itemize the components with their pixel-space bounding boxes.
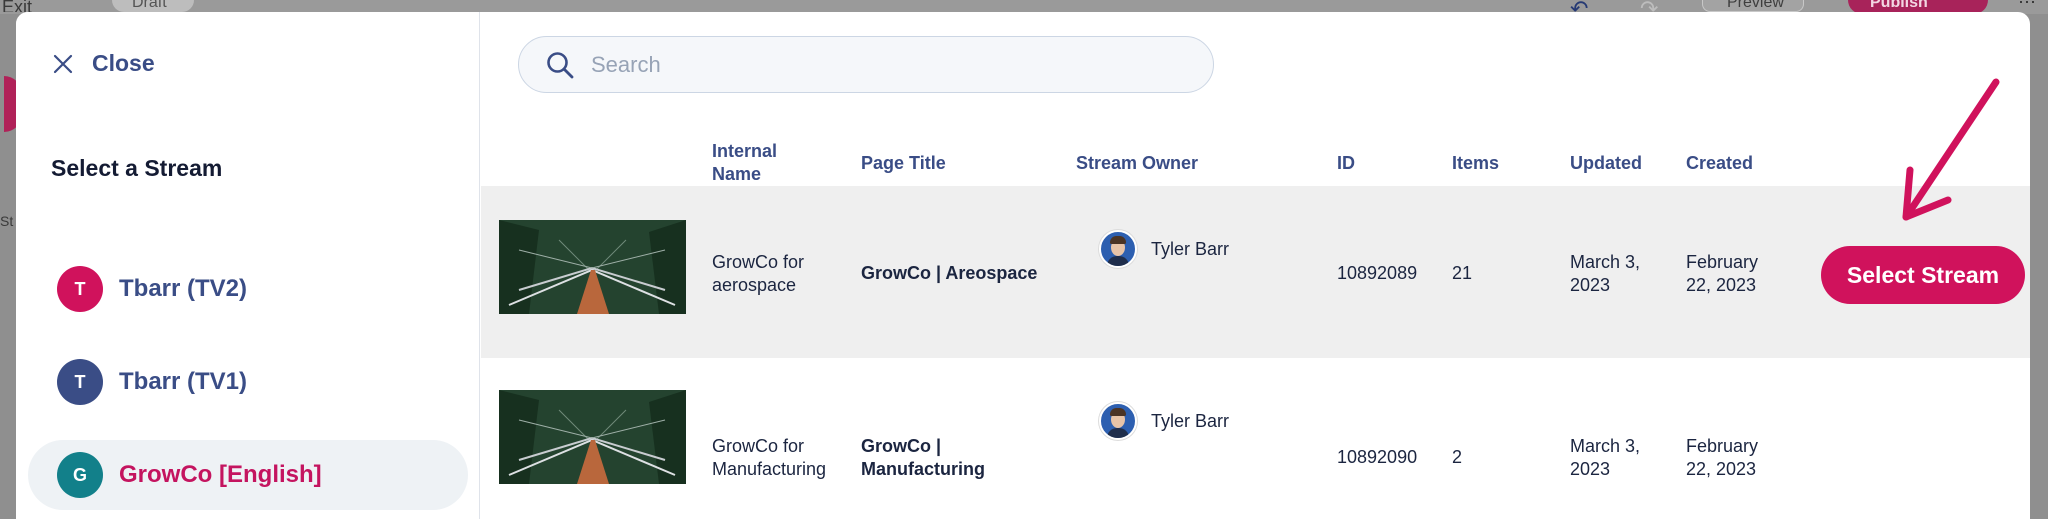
- stream-avatar: G: [57, 452, 103, 498]
- stream-id: 10892090: [1337, 447, 1418, 467]
- table-row[interactable]: GrowCo for Manufacturing GrowCo | Manufa…: [481, 358, 2030, 519]
- stream-owner: Tyler Barr: [1099, 402, 1229, 440]
- created-line2: 22, 2023: [1686, 275, 1757, 295]
- updated-date: March 3, 2023: [1570, 251, 1640, 297]
- background-side-text: St: [0, 213, 14, 229]
- item-count: 2: [1452, 447, 1463, 467]
- page-title-line1: GrowCo |: [861, 436, 942, 456]
- search-icon: [547, 51, 574, 78]
- background-exit-label: Exit: [2, 0, 33, 12]
- page-title-line2: Manufacturing: [861, 459, 985, 479]
- owner-name: Tyler Barr: [1151, 410, 1230, 431]
- header-page-title[interactable]: Page Title: [861, 152, 946, 175]
- select-stream-modal: Close Select a Stream T Tbarr (TV2) T Tb…: [16, 12, 2030, 519]
- stream-label: Tbarr (TV2): [119, 275, 248, 302]
- item-count: 21: [1452, 263, 1473, 283]
- background-draft-badge: Draft: [112, 0, 194, 12]
- table-row[interactable]: GrowCo for aerospace GrowCo | Areospace …: [481, 186, 2030, 358]
- owner-name: Tyler Barr: [1151, 238, 1230, 259]
- page-title: GrowCo | Areospace: [861, 262, 1037, 285]
- close-button[interactable]: Close: [52, 50, 155, 77]
- search-input[interactable]: [591, 51, 1191, 78]
- created-date: February 22, 2023: [1686, 251, 1758, 297]
- stream-thumbnail: [499, 220, 686, 314]
- background-preview-button: Preview: [1702, 0, 1804, 12]
- modal-sidebar: Close Select a Stream T Tbarr (TV2) T Tb…: [16, 12, 480, 519]
- stream-thumbnail: [499, 390, 686, 484]
- created-line1: February: [1686, 252, 1759, 272]
- updated-line2: 2023: [1570, 459, 1611, 479]
- updated-line1: March 3,: [1570, 252, 1641, 272]
- close-label: Close: [92, 50, 155, 76]
- sidebar-item-tbarr-tv1[interactable]: T Tbarr (TV1): [28, 347, 468, 417]
- stream-id: 10892089: [1337, 263, 1418, 283]
- modal-main: Internal Name Page Title Stream Owner ID…: [481, 12, 2030, 519]
- avatar: [1099, 402, 1137, 440]
- header-id[interactable]: ID: [1337, 152, 1355, 175]
- header-internal-name-line1: Internal: [712, 141, 778, 161]
- annotation-arrow-icon: [1902, 78, 2000, 221]
- stream-label: Tbarr (TV1): [119, 368, 248, 395]
- updated-line1: March 3,: [1570, 436, 1641, 456]
- header-created[interactable]: Created: [1686, 152, 1753, 175]
- page-title: GrowCo | Manufacturing: [861, 435, 985, 481]
- page-title-line1: GrowCo | Areospace: [861, 263, 1038, 283]
- internal-name-line1: GrowCo for: [712, 436, 805, 456]
- header-updated[interactable]: Updated: [1570, 152, 1642, 175]
- stream-label: GrowCo [English]: [119, 461, 322, 488]
- sidebar-item-tbarr-tv2[interactable]: T Tbarr (TV2): [28, 254, 468, 324]
- created-line2: 22, 2023: [1686, 459, 1757, 479]
- stream-avatar: T: [57, 266, 103, 312]
- background-publish-label: Publish: [1870, 0, 1928, 11]
- avatar: [1099, 230, 1137, 268]
- internal-name-line2: aerospace: [712, 275, 797, 295]
- header-stream-owner[interactable]: Stream Owner: [1076, 152, 1198, 175]
- header-internal-name-line2: Name: [712, 164, 762, 184]
- background-preview-label: Preview: [1727, 0, 1784, 11]
- header-items[interactable]: Items: [1452, 152, 1499, 175]
- created-line1: February: [1686, 436, 1759, 456]
- updated-line2: 2023: [1570, 275, 1611, 295]
- sidebar-title: Select a Stream: [51, 155, 223, 181]
- internal-name: GrowCo for Manufacturing: [712, 435, 826, 481]
- stream-avatar: T: [57, 359, 103, 405]
- internal-name-line2: Manufacturing: [712, 459, 827, 479]
- header-internal-name[interactable]: Internal Name: [712, 140, 777, 186]
- stream-owner: Tyler Barr: [1099, 230, 1229, 268]
- internal-name: GrowCo for aerospace: [712, 251, 804, 297]
- search-box[interactable]: [518, 36, 1214, 93]
- background-draft-label: Draft: [132, 0, 167, 11]
- created-date: February 22, 2023: [1686, 435, 1758, 481]
- internal-name-line1: GrowCo for: [712, 252, 805, 272]
- sidebar-item-growco-english[interactable]: G GrowCo [English]: [28, 440, 468, 510]
- close-icon: [53, 54, 73, 73]
- updated-date: March 3, 2023: [1570, 435, 1640, 481]
- select-stream-button[interactable]: Select Stream: [1821, 246, 2025, 304]
